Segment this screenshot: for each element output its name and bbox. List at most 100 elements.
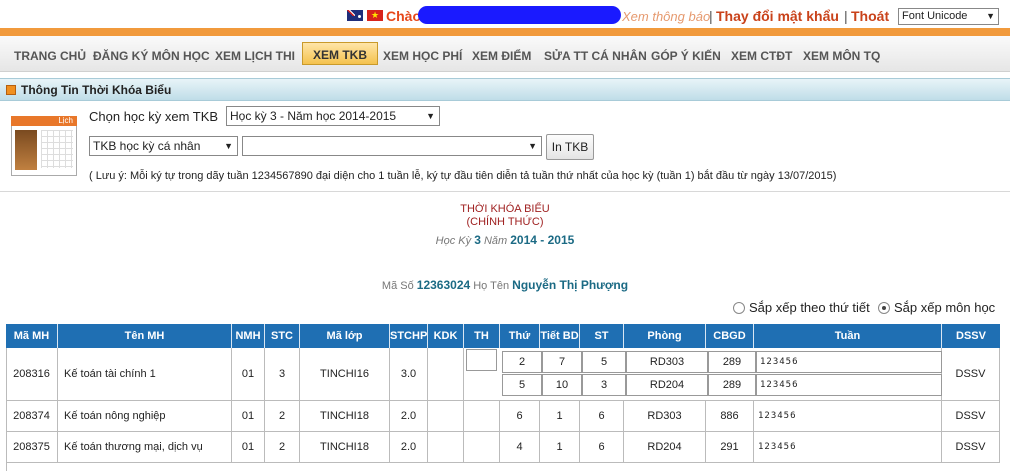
main-nav: TRANG CHỦ ĐĂNG KÝ MÔN HỌC XEM LỊCH THI X… — [0, 36, 1010, 72]
nav-tuition[interactable]: XEM HỌC PHÍ — [383, 49, 462, 63]
student-info-line: Mã Số 12363024 Họ Tên Nguyễn Thị Phượng — [0, 278, 1010, 292]
student-name-label: Họ Tên — [473, 280, 510, 292]
session-start: 10 — [542, 374, 582, 396]
table-row: 208316 Kế toán tài chính 1 01 3 TINCHI16… — [6, 348, 1000, 401]
col-header[interactable]: NMH — [232, 324, 265, 348]
term-select[interactable]: Học kỳ 3 - Năm học 2014-2015 ▼ — [226, 106, 440, 126]
nav-edit-profile[interactable]: SỬA TT CÁ NHÂN — [544, 49, 647, 63]
col-header[interactable]: TH — [464, 324, 500, 348]
radio-checked-icon — [878, 302, 890, 314]
session-weeks: 123456 — [756, 374, 942, 396]
english-flag-icon[interactable] — [347, 10, 363, 21]
panel-title: Thông Tin Thời Khóa Biểu — [21, 83, 172, 97]
student-id: 12363024 — [416, 278, 471, 292]
col-header[interactable]: Tiết BD — [540, 324, 580, 348]
session-day: 5 — [502, 374, 542, 396]
nav-course-registration[interactable]: ĐĂNG KÝ MÔN HỌC — [93, 49, 210, 63]
course-stc: 3 — [265, 348, 300, 400]
table-row: 208375 Kế toán thương mại, dịch vụ 01 2 … — [6, 432, 1000, 463]
course-stchp: 2.0 — [390, 432, 428, 462]
timetable-body: 208316 Kế toán tài chính 1 01 3 TINCHI16… — [6, 348, 1000, 471]
col-header[interactable]: STCHP — [390, 324, 428, 348]
term-select-value: Học kỳ 3 - Năm học 2014-2015 — [230, 109, 397, 123]
session-day: 6 — [500, 401, 540, 431]
year-prefix: Năm — [483, 235, 508, 247]
dssv-link[interactable]: DSSV — [942, 432, 1000, 462]
col-header[interactable]: CBGD — [706, 324, 754, 348]
course-nmh: 01 — [232, 348, 265, 400]
session-length: 5 — [582, 351, 626, 373]
tkb-extra-select[interactable]: ▼ — [242, 136, 542, 156]
dssv-link[interactable]: DSSV — [942, 401, 1000, 431]
panel-header: Thông Tin Thời Khóa Biểu — [0, 78, 1010, 101]
separator: | — [844, 8, 848, 24]
sort-by-subject-radio[interactable]: Sắp xếp môn học — [878, 300, 995, 315]
change-password-link[interactable]: Thay đổi mật khẩu — [716, 8, 839, 24]
sort-by-day-radio[interactable]: Sắp xếp theo thứ tiết — [733, 300, 870, 315]
session-start: 1 — [540, 401, 580, 431]
session-room: RD303 — [626, 351, 708, 373]
col-header[interactable]: Mã lớp — [300, 324, 390, 348]
course-stchp: 3.0 — [390, 348, 428, 400]
print-timetable-button[interactable]: In TKB — [546, 134, 594, 160]
tkb-type-value: TKB học kỳ cá nhân — [93, 139, 201, 153]
session-th — [466, 349, 497, 371]
col-header[interactable]: Phòng — [624, 324, 706, 348]
chevron-down-icon: ▼ — [986, 11, 995, 21]
course-code: 208316 — [6, 348, 58, 400]
chevron-down-icon: ▼ — [528, 141, 537, 151]
course-nmh: 01 — [232, 432, 265, 462]
col-header[interactable]: Tuần — [754, 324, 942, 348]
redacted-username — [418, 6, 621, 24]
col-header[interactable]: ST — [580, 324, 624, 348]
col-header[interactable]: Thứ — [500, 324, 540, 348]
session-lecturer: 289 — [708, 374, 756, 396]
greeting-label: Chào — [386, 8, 421, 24]
chevron-down-icon: ▼ — [426, 111, 435, 121]
course-kdk — [428, 401, 464, 431]
year-value: 2014 - 2015 — [510, 233, 575, 247]
nav-exam-schedule[interactable]: XEM LỊCH THI — [215, 49, 295, 63]
nav-curriculum[interactable]: XEM CTĐT — [731, 49, 792, 63]
radio-unchecked-icon — [733, 302, 745, 314]
logout-link[interactable]: Thoát — [851, 8, 889, 24]
sessions-cell: 2 7 5 RD303 289 123456 5 10 3 RD204 289 … — [464, 348, 942, 400]
course-nmh: 01 — [232, 401, 265, 431]
sort-by-day-label: Sắp xếp theo thứ tiết — [749, 300, 870, 315]
col-header[interactable]: DSSV — [942, 324, 1000, 348]
nav-feedback[interactable]: GÓP Ý KIẾN — [651, 49, 721, 63]
nav-grades[interactable]: XEM ĐIỂM — [472, 49, 531, 63]
session-lecturer: 291 — [706, 432, 754, 462]
session-length: 3 — [582, 374, 626, 396]
course-th — [464, 432, 500, 462]
notice-link[interactable]: Xem thông báo — [622, 9, 710, 24]
session-room: RD204 — [626, 374, 708, 396]
nav-home[interactable]: TRANG CHỦ — [14, 49, 86, 63]
course-code: 208374 — [6, 401, 58, 431]
col-header[interactable]: Mã MH — [6, 324, 58, 348]
course-stchp: 2.0 — [390, 401, 428, 431]
col-header[interactable]: Tên MH — [58, 324, 232, 348]
course-class: TINCHI18 — [300, 401, 390, 431]
tkb-type-select[interactable]: TKB học kỳ cá nhân ▼ — [89, 136, 238, 156]
vietnamese-flag-icon[interactable]: ★ — [367, 10, 383, 21]
nav-mon-tq[interactable]: XEM MÔN TQ — [803, 49, 880, 63]
panel-icon — [6, 85, 16, 95]
chevron-down-icon: ▼ — [224, 141, 233, 151]
top-bar: ★ Chào Xem thông báo | Thay đổi mật khẩu… — [0, 0, 1010, 30]
nav-timetable[interactable]: XEM TKB — [302, 42, 378, 65]
timetable-header: Mã MH Tên MH NMH STC Mã lớp STCHP KDK TH… — [6, 324, 1000, 348]
week-note: ( Lưu ý: Mỗi ký tự trong dãy tuần 123456… — [89, 170, 837, 182]
course-class: TINCHI18 — [300, 432, 390, 462]
schedule-title: THỜI KHÓA BIỂU — [460, 203, 550, 215]
separator: | — [709, 8, 713, 24]
font-select-value: Font Unicode — [902, 10, 968, 22]
col-header[interactable]: KDK — [428, 324, 464, 348]
sort-by-subject-label: Sắp xếp môn học — [894, 300, 996, 315]
col-header[interactable]: STC — [265, 324, 300, 348]
course-kdk — [428, 348, 464, 400]
course-name: Kế toán thương mại, dịch vụ — [58, 432, 232, 462]
session-room: RD204 — [624, 432, 706, 462]
dssv-link[interactable]: DSSV — [942, 348, 1000, 400]
font-select[interactable]: Font Unicode ▼ — [898, 8, 999, 25]
